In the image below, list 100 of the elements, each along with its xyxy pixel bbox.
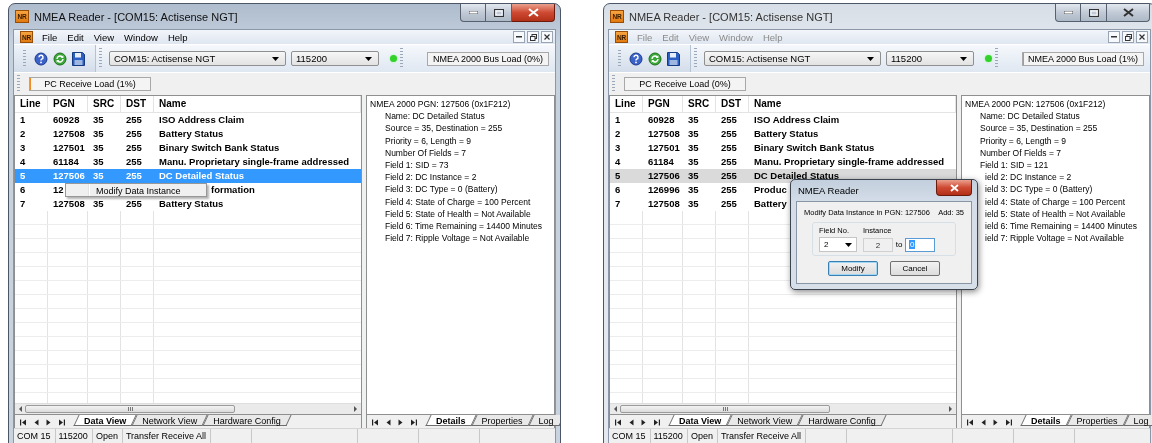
column-header[interactable]: Name — [749, 96, 956, 112]
close-button[interactable] — [512, 4, 555, 22]
table-cell: 6 — [615, 183, 621, 197]
port-dropdown[interactable]: COM15: Actisense NGT — [704, 51, 881, 66]
column-header[interactable]: Line — [610, 96, 643, 112]
tab[interactable]: Data View — [75, 415, 136, 426]
detail-line: ield 3: DC Type = 0 (Battery) — [984, 183, 1094, 196]
scrollbar-thumb[interactable] — [25, 405, 235, 413]
save-icon[interactable] — [72, 51, 85, 66]
table-cell: Binary Switch Bank Status — [159, 141, 280, 155]
table-row[interactable]: 2 127508 35 255 Battery Status — [610, 127, 956, 141]
table-cell: 127506 — [648, 169, 680, 183]
left-arrow-icon[interactable] — [34, 418, 39, 426]
minimize-button[interactable] — [460, 4, 486, 22]
mdi-minimize-button[interactable] — [513, 31, 525, 43]
skip-end-icon[interactable] — [653, 418, 660, 426]
column-header[interactable]: PGN — [643, 96, 683, 112]
left-arrow-icon[interactable] — [386, 418, 391, 426]
left-arrow-icon[interactable] — [629, 418, 634, 426]
caret-icon — [960, 56, 967, 61]
column-header[interactable]: Line — [15, 96, 48, 112]
table-row[interactable]: 2 127508 35 255 Battery Status — [15, 127, 361, 141]
maximize-button[interactable] — [486, 4, 512, 22]
left-arrow-icon[interactable] — [981, 418, 986, 426]
tab[interactable]: Details — [427, 415, 475, 426]
table-row[interactable]: 3 127501 35 255 Binary Switch Bank Status — [610, 141, 956, 155]
column-header[interactable]: Name — [154, 96, 361, 112]
tab[interactable]: Properties — [472, 415, 532, 426]
table-row[interactable]: 4 61184 35 255 Manu. Proprietary single-frame addressed — [610, 155, 956, 169]
mdi-restore-button[interactable] — [1122, 31, 1134, 43]
column-header[interactable]: DST — [716, 96, 749, 112]
skip-start-icon[interactable] — [20, 418, 27, 426]
skip-end-icon[interactable] — [58, 418, 65, 426]
table-cell: 127506 — [53, 169, 85, 183]
tab[interactable]: Details — [1022, 415, 1070, 426]
baud-dropdown[interactable]: 115200 — [291, 51, 379, 66]
table-cell: 2 — [20, 127, 26, 141]
dialog-button[interactable]: Cancel — [890, 261, 940, 276]
baud-dropdown[interactable]: 115200 — [886, 51, 974, 66]
column-header[interactable]: PGN — [48, 96, 88, 112]
detail-line: Field 2: DC Instance = 2 — [384, 171, 478, 184]
menu-item[interactable]: View — [88, 31, 120, 43]
tab[interactable]: Data View — [670, 415, 731, 426]
tab[interactable]: Properties — [1067, 415, 1127, 426]
tab[interactable]: Hardware Config — [204, 415, 290, 426]
table-cell: 255 — [721, 197, 737, 211]
mdi-minimize-button[interactable] — [1108, 31, 1120, 43]
skip-end-icon[interactable] — [1005, 418, 1012, 426]
field-dropdown[interactable]: 2 — [819, 237, 857, 252]
menu-item[interactable]: Edit — [62, 31, 89, 43]
mdi-close-button[interactable] — [541, 31, 553, 43]
detail-line: Field 7: Ripple Voltage = Not Available — [384, 232, 531, 245]
table-row[interactable]: 4 61184 35 255 Manu. Proprietary single-frame addressed — [15, 155, 361, 169]
to-label: to — [894, 240, 904, 249]
refresh-icon[interactable] — [53, 51, 67, 66]
dialog-button[interactable]: Modify — [828, 261, 878, 276]
table-row[interactable]: 7 127508 35 255 Battery Status — [15, 197, 361, 211]
menu-item[interactable]: Help — [162, 31, 193, 43]
skip-end-icon[interactable] — [410, 418, 417, 426]
dialog-title: NMEA Reader — [797, 185, 859, 196]
detail-line: Number Of Fields = 7 — [979, 146, 1062, 159]
help-icon[interactable] — [629, 51, 643, 66]
table-cell: Battery — [754, 197, 787, 211]
column-header[interactable]: SRC — [683, 96, 716, 112]
scrollbar-thumb[interactable] — [620, 405, 830, 413]
right-arrow-icon[interactable] — [398, 418, 403, 426]
load-label: PC Receive Load (0%) — [639, 77, 731, 90]
tab[interactable]: Network View — [133, 415, 207, 426]
skip-start-icon[interactable] — [372, 418, 379, 426]
table-cell: 61184 — [53, 155, 79, 169]
table-cell: Manu. Proprietary single-frame addressed — [159, 155, 350, 169]
right-arrow-icon[interactable] — [993, 418, 998, 426]
caret-icon — [845, 242, 852, 247]
refresh-icon[interactable] — [648, 51, 662, 66]
column-header[interactable]: SRC — [88, 96, 121, 112]
horizontal-scrollbar[interactable] — [610, 403, 956, 414]
menu-item[interactable]: Window — [119, 31, 163, 43]
mdi-restore-button[interactable] — [527, 31, 539, 43]
port-dropdown[interactable]: COM15: Actisense NGT — [109, 51, 286, 66]
table-cell: 1 — [20, 113, 26, 127]
detail-line: Field 3: DC Type = 0 (Battery) — [384, 183, 499, 196]
horizontal-scrollbar[interactable] — [15, 403, 361, 414]
column-header[interactable]: DST — [121, 96, 154, 112]
skip-start-icon[interactable] — [967, 418, 974, 426]
table-cell: Battery Status — [159, 197, 224, 211]
right-arrow-icon[interactable] — [641, 418, 646, 426]
table-cell: 35 — [688, 183, 699, 197]
skip-start-icon[interactable] — [615, 418, 622, 426]
menu-item[interactable]: File — [37, 31, 63, 43]
table-row[interactable]: 1 60928 35 255 ISO Address Claim — [15, 113, 361, 127]
menu-item[interactable]: Modify Data Instance — [68, 186, 204, 196]
table-row[interactable]: 3 127501 35 255 Binary Switch Bank Status — [15, 141, 361, 155]
mdi-close-button[interactable] — [1136, 31, 1148, 43]
save-icon[interactable] — [667, 51, 680, 66]
tab[interactable]: Network View — [728, 415, 802, 426]
help-icon[interactable] — [34, 51, 48, 66]
right-arrow-icon[interactable] — [46, 418, 51, 426]
table-row[interactable]: 1 60928 35 255 ISO Address Claim — [610, 113, 956, 127]
close-button[interactable] — [936, 180, 972, 196]
tab[interactable]: Hardware Config — [799, 415, 885, 426]
